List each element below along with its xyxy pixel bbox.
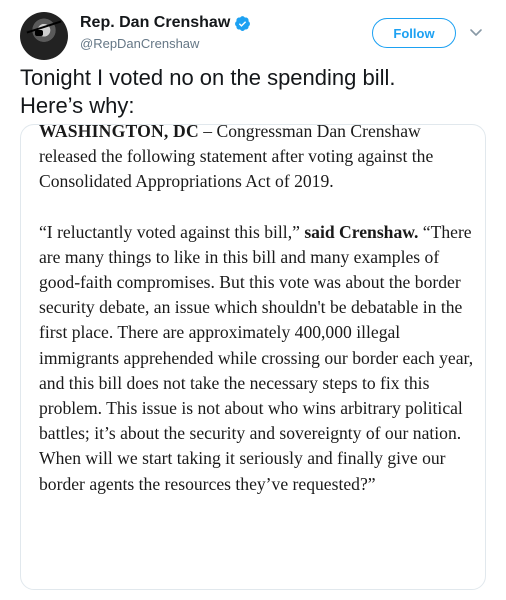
statement-intro-paragraph: WASHINGTON, DC – Congressman Dan Crensha… xyxy=(39,124,479,195)
press-statement: WASHINGTON, DC – Congressman Dan Crensha… xyxy=(39,125,479,497)
avatar-eyepatch xyxy=(35,30,43,36)
statement-quote-open: “I reluctantly voted against this bill,” xyxy=(39,221,305,242)
author-name-row: Rep. Dan Crenshaw xyxy=(80,14,251,32)
tweet-text: Tonight I voted no on the spending bill.… xyxy=(20,65,396,118)
statement-dateline: WASHINGTON, DC xyxy=(39,124,199,141)
author-handle[interactable]: @RepDanCrenshaw xyxy=(80,36,199,51)
follow-button[interactable]: Follow xyxy=(372,18,456,48)
chevron-down-icon[interactable] xyxy=(468,24,484,40)
statement-quote-body: “There are many things to like in this b… xyxy=(39,221,474,494)
statement-quote-paragraph: “I reluctantly voted against this bill,”… xyxy=(39,220,479,497)
tweet-card: Rep. Dan Crenshaw @RepDanCrenshaw Follow… xyxy=(0,0,506,600)
attached-image[interactable]: WASHINGTON, DC – Congressman Dan Crensha… xyxy=(20,124,486,590)
avatar[interactable] xyxy=(20,12,68,60)
avatar-eyepatch-strap xyxy=(26,20,62,34)
verified-badge-icon xyxy=(234,15,251,32)
statement-said: said Crenshaw. xyxy=(304,221,419,242)
author-display-name[interactable]: Rep. Dan Crenshaw xyxy=(80,14,230,32)
